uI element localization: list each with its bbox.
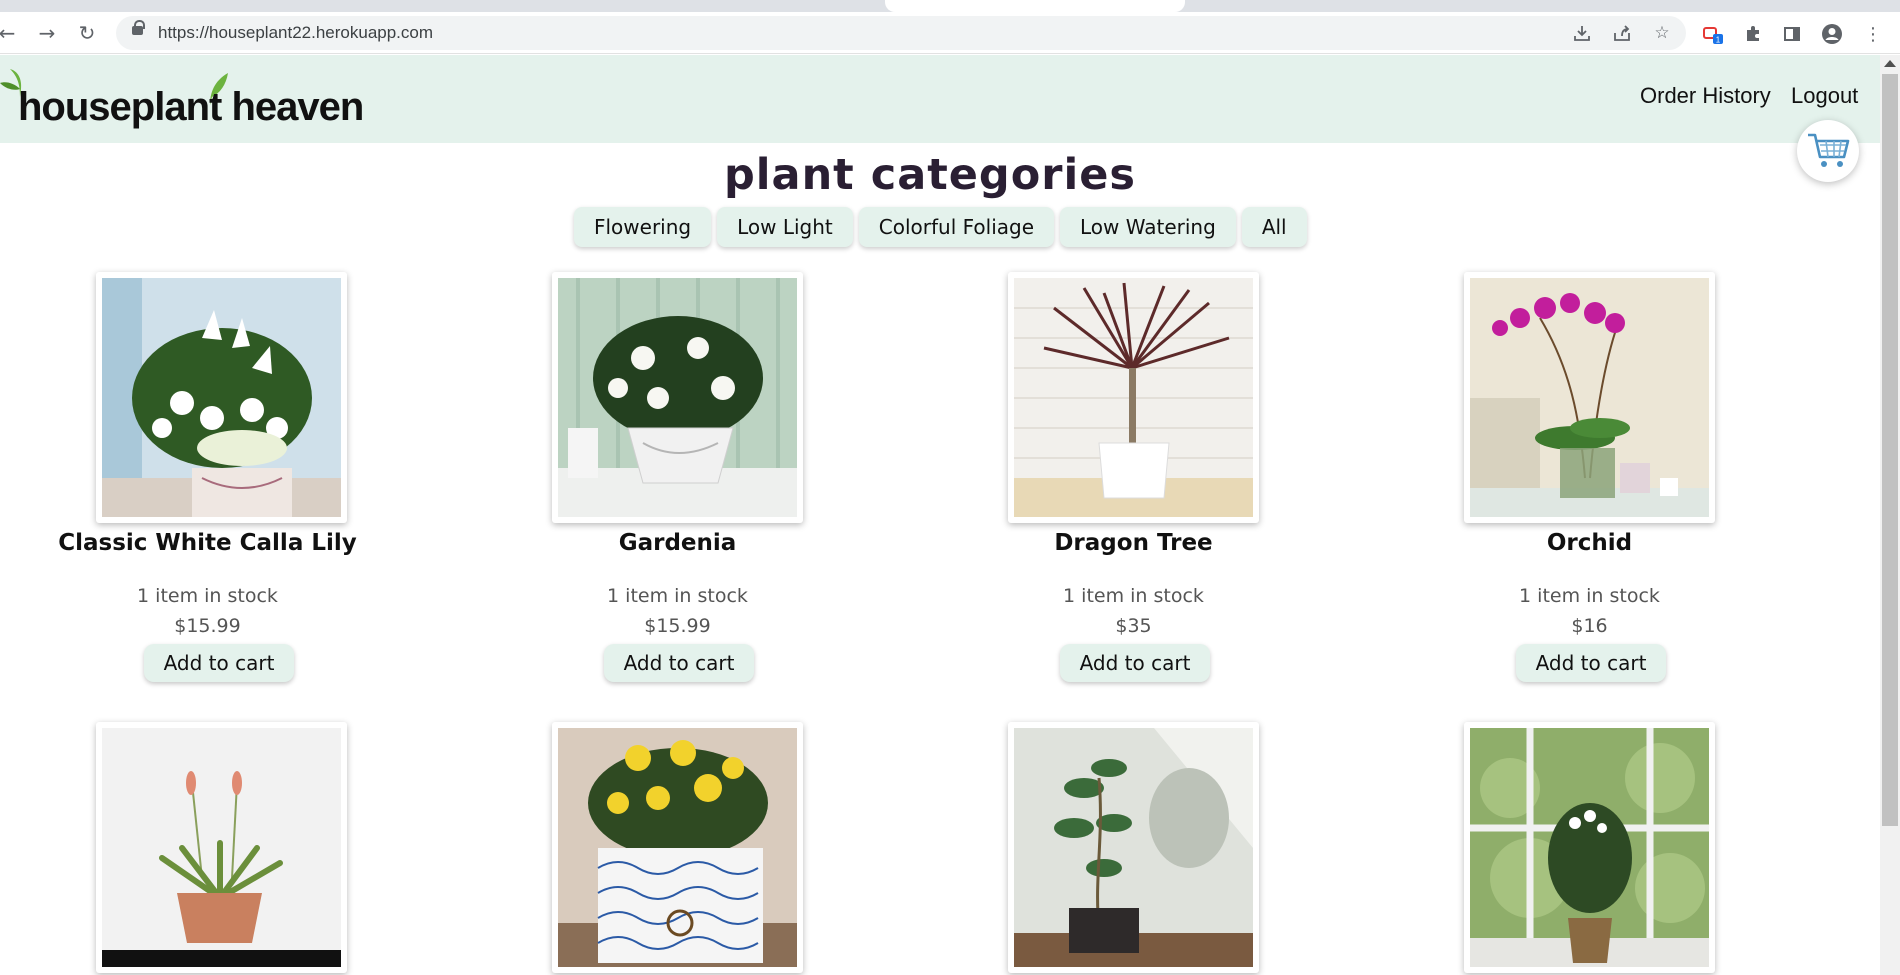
extensions-puzzle-icon[interactable] <box>1740 21 1766 47</box>
category-button-low-watering[interactable]: Low Watering <box>1060 207 1236 247</box>
nav-order-history[interactable]: Order History <box>1640 83 1771 109</box>
jasmine-plant-photo <box>1470 728 1709 967</box>
product-name[interactable]: Gardenia <box>506 530 849 556</box>
address-bar[interactable]: https://houseplant22.herokuapp.com ☆ <box>116 16 1686 50</box>
product-price: $15.99 <box>644 615 711 637</box>
profile-avatar-icon[interactable] <box>1819 21 1845 47</box>
scrollbar-thumb[interactable] <box>1882 74 1898 826</box>
add-to-cart-button[interactable]: Add to cart <box>604 644 754 682</box>
product-image[interactable] <box>552 272 803 523</box>
side-panel-icon[interactable] <box>1779 21 1805 47</box>
orchid-photo <box>1470 278 1709 517</box>
aloe-plant-photo <box>102 728 341 967</box>
add-to-cart-button[interactable]: Add to cart <box>1516 644 1666 682</box>
browser-active-tab[interactable] <box>885 0 1185 12</box>
product-name[interactable]: Dragon Tree <box>962 530 1305 556</box>
product-price: $16 <box>1571 615 1608 637</box>
download-icon[interactable] <box>1570 21 1594 45</box>
product-stock: 1 item in stock <box>137 585 278 607</box>
extension-icon[interactable]: 1 <box>1700 21 1726 47</box>
calla-lily-photo <box>102 278 341 517</box>
site-header: houseplant heaven Order History Logout <box>0 55 1880 143</box>
reload-icon[interactable]: ↻ <box>72 18 102 48</box>
gardenia-photo <box>558 278 797 517</box>
product-price: $15.99 <box>174 615 241 637</box>
product-price: $35 <box>1115 615 1152 637</box>
share-icon[interactable] <box>1610 21 1634 45</box>
category-button-flowering[interactable]: Flowering <box>574 207 712 247</box>
svg-text:1: 1 <box>1716 36 1721 45</box>
ficus-plant-photo <box>1014 728 1253 967</box>
page-title: plant categories <box>724 150 1136 200</box>
product-stock: 1 item in stock <box>1063 585 1204 607</box>
logo[interactable]: houseplant heaven <box>0 55 364 143</box>
scroll-up-arrow-icon[interactable] <box>1884 60 1896 67</box>
product-image[interactable] <box>1464 272 1715 523</box>
product-image[interactable] <box>96 272 347 523</box>
product-stock: 1 item in stock <box>1519 585 1660 607</box>
forward-icon[interactable]: → <box>32 18 62 48</box>
back-icon[interactable]: ← <box>0 18 22 48</box>
category-button-colorful-foliage[interactable]: Colorful Foliage <box>858 207 1055 247</box>
product-image[interactable] <box>552 722 803 973</box>
logo-text: houseplant heaven <box>18 85 364 129</box>
nav-logout[interactable]: Logout <box>1791 83 1858 109</box>
url-text[interactable]: https://houseplant22.herokuapp.com <box>158 23 433 43</box>
product-stock: 1 item in stock <box>607 585 748 607</box>
category-button-low-light[interactable]: Low Light <box>717 207 853 247</box>
product-name[interactable]: Classic White Calla Lily <box>36 530 379 556</box>
product-name[interactable]: Orchid <box>1418 530 1761 556</box>
product-image[interactable] <box>1008 722 1259 973</box>
product-image[interactable] <box>1008 272 1259 523</box>
lock-icon <box>132 20 145 35</box>
yellow-rose-photo <box>558 728 797 967</box>
add-to-cart-button[interactable]: Add to cart <box>1060 644 1210 682</box>
product-image[interactable] <box>96 722 347 973</box>
bookmark-star-icon[interactable]: ☆ <box>1650 21 1674 45</box>
dragon-tree-photo <box>1014 278 1253 517</box>
category-filter-bar: Flowering Low Light Colorful Foliage Low… <box>574 207 1307 247</box>
browser-menu-icon[interactable]: ⋮ <box>1860 21 1886 47</box>
browser-tabstrip <box>0 0 1900 12</box>
browser-toolbar: ← → ↻ https://houseplant22.herokuapp.com… <box>0 12 1900 54</box>
category-button-all[interactable]: All <box>1241 207 1307 247</box>
product-image[interactable] <box>1464 722 1715 973</box>
add-to-cart-button[interactable]: Add to cart <box>144 644 294 682</box>
